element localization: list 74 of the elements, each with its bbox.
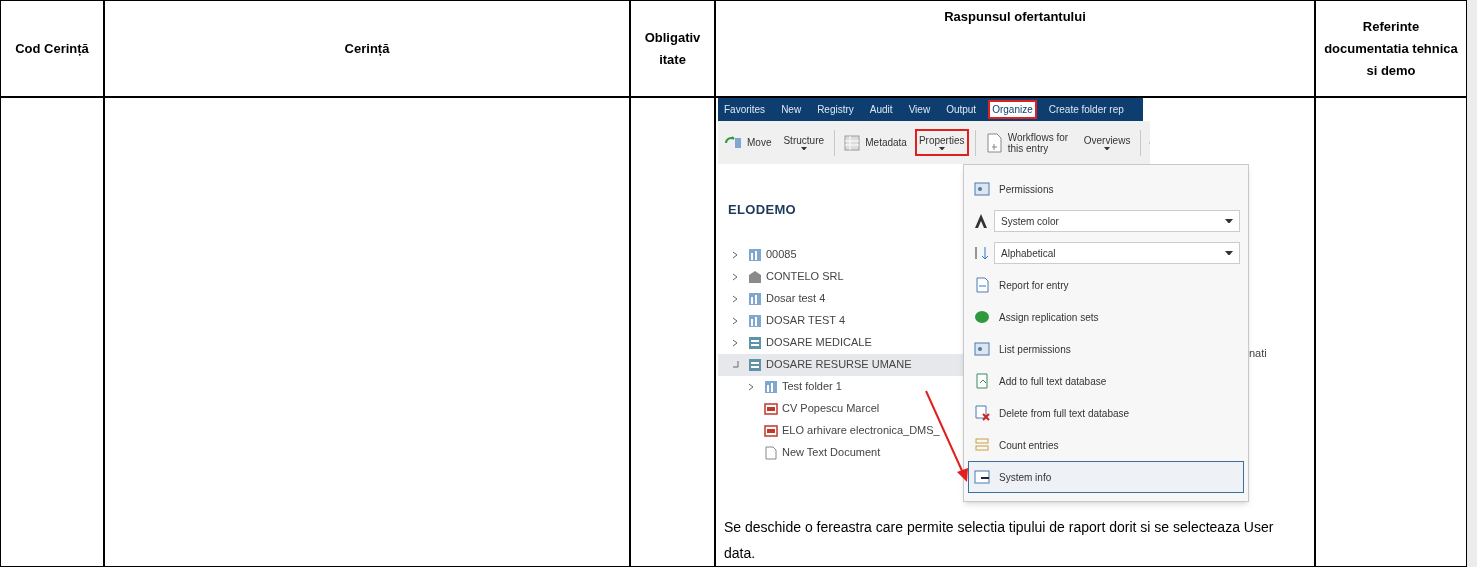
- ribbon-tab[interactable]: Audit: [867, 102, 895, 117]
- response-text: Se deschide o fereastra care permite selectia tipului de raport dorit si se selecteaza User data.: [723, 518, 1275, 563]
- report-icon: [973, 276, 991, 294]
- document-icon: [984, 132, 1003, 153]
- document-icon: [764, 445, 778, 460]
- expand-icon[interactable]: [732, 316, 738, 325]
- folder-icon: [748, 313, 762, 328]
- select-field[interactable]: Alphabetical: [994, 242, 1240, 264]
- sort-icon: [972, 244, 990, 262]
- tree-item[interactable]: CV Popescu Marcel: [718, 397, 968, 420]
- caret-icon: [938, 146, 945, 151]
- ribbon-tab[interactable]: Output: [944, 102, 979, 117]
- caret-icon: [1225, 250, 1233, 256]
- blob-icon: [973, 308, 991, 326]
- toolbar-dropdown[interactable]: Properties: [916, 130, 967, 155]
- ribbon-tab[interactable]: Create folder rep: [1046, 102, 1126, 117]
- folder-icon: [764, 379, 778, 394]
- toolbar-button[interactable]: Metadata: [842, 130, 909, 155]
- menu-item[interactable]: Report for entry: [968, 269, 1244, 301]
- ribbon-tab[interactable]: New: [779, 102, 804, 117]
- menu-item[interactable]: Count entries: [968, 429, 1244, 461]
- tree-item[interactable]: New Text Document: [718, 441, 968, 464]
- caret-icon: [1225, 218, 1233, 224]
- menu-item[interactable]: List permissions: [968, 333, 1244, 365]
- folder-icon: [748, 291, 762, 306]
- menu-item[interactable]: Assign replication sets: [968, 301, 1244, 333]
- tree-item[interactable]: ELO arhivare electronica_DMS_: [718, 419, 968, 442]
- menu-item[interactable]: Permissions: [968, 173, 1244, 205]
- info-window-icon: [973, 468, 991, 486]
- expand-icon[interactable]: [732, 294, 738, 303]
- toolbar-dropdown[interactable]: Overviews: [1081, 130, 1133, 155]
- building-icon: [748, 269, 762, 284]
- expand-icon[interactable]: [748, 382, 754, 391]
- toolbar-button[interactable]: Workflows for this entry: [982, 127, 1074, 158]
- select-field[interactable]: System color: [994, 210, 1240, 232]
- table-icon: [844, 134, 861, 151]
- ribbon-tab[interactable]: Favorites: [722, 102, 768, 117]
- expand-icon[interactable]: [732, 272, 738, 281]
- tree-item[interactable]: DOSAR TEST 4: [718, 309, 968, 332]
- toolbar-button[interactable]: Move: [722, 130, 774, 155]
- caret-icon: [1104, 146, 1111, 151]
- move-icon: [724, 134, 742, 151]
- folder-icon: [748, 247, 762, 262]
- ribbon-tab[interactable]: View: [906, 102, 933, 117]
- expand-icon[interactable]: [732, 250, 738, 259]
- tree-item[interactable]: DOSARE MEDICALE: [718, 331, 968, 354]
- column-header: Referinte documentatia tehnica si demo: [1315, 0, 1467, 97]
- toolbar-dropdown[interactable]: Structure: [781, 130, 827, 155]
- partial-text: nati: [1249, 346, 1267, 361]
- menu-item[interactable]: Add to full text database: [968, 365, 1244, 397]
- pdf-icon: [764, 423, 778, 438]
- menu-item[interactable]: System info: [968, 461, 1244, 493]
- add-document-icon: [973, 372, 991, 390]
- user-card-icon: [973, 340, 991, 358]
- tree-title: ELODEMO: [727, 201, 797, 219]
- expand-icon[interactable]: [732, 338, 738, 347]
- count-icon: [973, 436, 991, 454]
- caret-icon: [800, 146, 807, 151]
- menu-item[interactable]: Delete from full text database: [968, 397, 1244, 429]
- tree-item[interactable]: CONTELO SRL: [718, 265, 968, 288]
- delete-document-icon: [973, 404, 991, 422]
- cabinet-icon: [748, 357, 762, 372]
- ribbon-tab[interactable]: Organize: [990, 102, 1035, 117]
- tree-item[interactable]: Dosar test 4: [718, 287, 968, 310]
- cabinet-icon: [748, 335, 762, 350]
- tree-item[interactable]: 00085: [718, 243, 968, 266]
- column-header: Cod Cerință: [0, 0, 104, 97]
- pdf-icon: [764, 401, 778, 416]
- ribbon-tab[interactable]: Registry: [815, 102, 856, 117]
- user-card-icon: [973, 180, 991, 198]
- column-header: Raspunsul ofertantului: [715, 0, 1315, 97]
- column-header: Obligativ itate: [630, 0, 715, 97]
- column-header: Cerință: [104, 0, 630, 97]
- letter-a-icon: [972, 212, 990, 230]
